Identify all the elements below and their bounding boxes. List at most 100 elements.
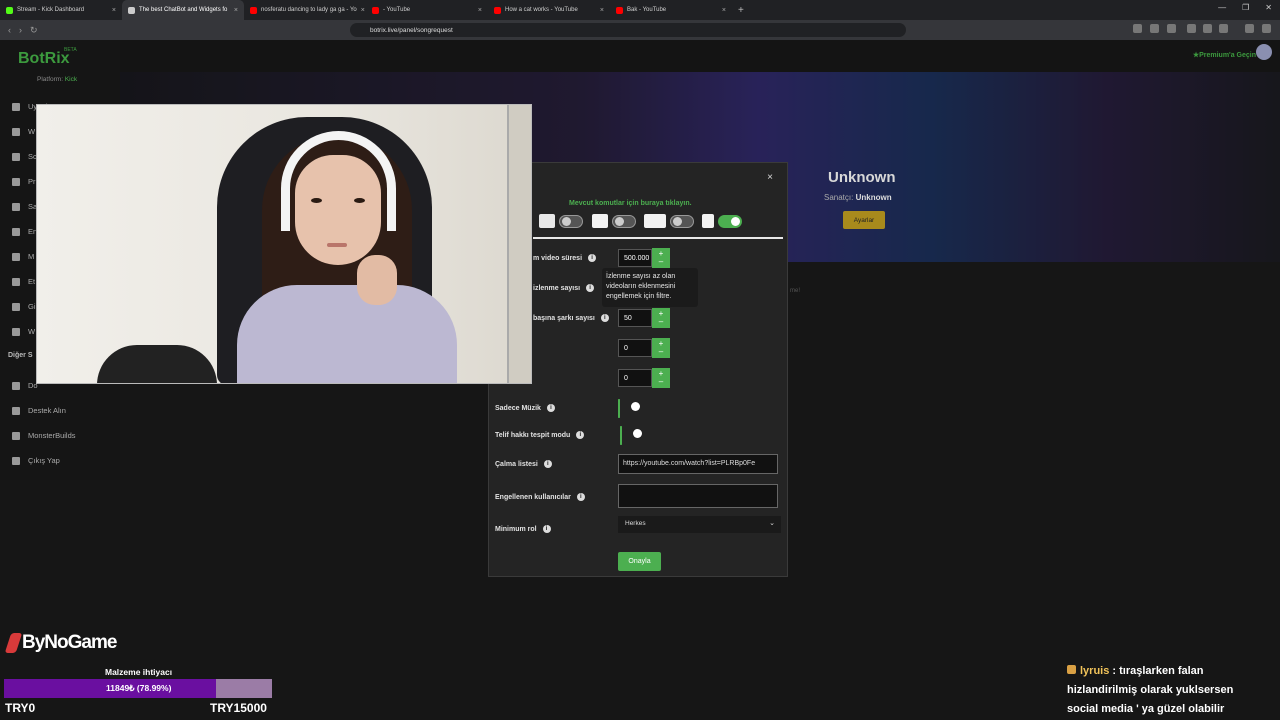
info-icon[interactable]: i [542,525,551,533]
per-user-input[interactable]: 50 [618,309,652,327]
tab-favicon-icon [494,6,501,14]
sidebar-item[interactable]: Et [12,277,35,286]
reload-icon[interactable]: ↻ [30,25,38,36]
info-icon[interactable]: i [588,254,597,262]
playlist-input[interactable]: https://youtube.com/watch?list=PLRBp0Fe [618,454,778,474]
sidebar-item[interactable]: Pr [12,177,36,186]
discord-toggle[interactable] [559,214,583,228]
close-window-icon[interactable]: ✕ [1265,3,1272,12]
per-user-stepper[interactable]: + – [652,308,670,328]
background-object [97,345,217,383]
avatar[interactable] [1256,44,1272,60]
tab-close-icon[interactable]: × [600,7,604,14]
blocked-users-label: Engellenen kullanıcılar i [495,493,585,501]
view-count-label: izlenme sayısı i [533,284,595,292]
beta-badge: BETA [64,47,77,53]
info-icon[interactable]: i [543,460,552,468]
sidebar-item[interactable]: Çıkış Yap [12,456,60,465]
top-bar: ★Premium'a Geçin [120,40,1280,72]
info-icon[interactable]: i [600,314,609,322]
tab-title: Bak - YouTube [627,7,667,13]
sidebar-item-icon [12,327,20,336]
max-video-input[interactable]: 500.000 [618,249,652,267]
premium-link[interactable]: ★Premium'a Geçin [1193,51,1256,59]
browser-tab[interactable]: The best ChatBot and Widgets fo × [122,0,244,20]
copyright-toggle[interactable] [620,426,622,445]
extension-icon[interactable] [1150,24,1159,33]
tab-title: How a cat works - YouTube [505,7,578,13]
close-icon[interactable]: × [767,172,773,183]
sidebar-item[interactable]: Destek Alın [12,406,66,415]
twitch-toggle[interactable] [612,214,636,228]
forward-icon[interactable]: › [19,25,22,35]
info-icon[interactable]: i [546,404,555,412]
sidebar-item-icon [12,102,20,111]
shield-icon[interactable] [1245,24,1254,33]
copyright-label-text: Telif hakkı tespit modu [495,431,571,439]
chat-username: lyruis [1080,665,1110,677]
commands-link[interactable]: Mevcut komutlar için buraya tıklayın. [569,200,692,207]
sidebar-item[interactable]: En [12,227,37,236]
extension-icon[interactable] [1187,24,1196,33]
song-artist: Sanatçı: Unknown [824,193,892,202]
settings-button[interactable]: Ayarlar [843,211,885,229]
field4-stepper[interactable]: + – [652,338,670,358]
minimize-icon[interactable]: — [1218,3,1226,12]
sidebar-icon[interactable] [1203,24,1212,33]
wallet-icon[interactable] [1219,24,1228,33]
botrix-logo[interactable]: BotRix [18,50,70,68]
browser-tab[interactable]: How a cat works - YouTube × [488,0,610,20]
kick-toggle[interactable] [718,214,742,228]
info-icon[interactable]: i [576,493,585,501]
info-icon[interactable]: i [576,431,585,439]
sidebar-item[interactable]: MonsterBuilds [12,431,76,440]
sidebar-item[interactable]: W [12,327,35,336]
tab-title: nosferatu dancing to lady ga ga - Yo [261,7,357,13]
new-tab-button[interactable]: + [738,5,744,16]
tab-close-icon[interactable]: × [722,7,726,14]
field5-stepper[interactable]: + – [652,368,670,388]
url-field[interactable]: botrix.live/panel/songrequest [350,23,906,37]
min-role-label-text: Minimum rol [495,525,537,533]
min-role-value: Herkes [625,520,646,527]
sidebar-item[interactable]: Sc [12,152,37,161]
menu-icon[interactable] [1262,24,1271,33]
song-request-settings-modal: × Mevcut komutlar için buraya tıklayın. … [488,162,788,577]
sidebar-item[interactable]: M [12,252,34,261]
sidebar-item[interactable]: Gi [12,302,36,311]
maximize-icon[interactable]: ❐ [1242,3,1249,12]
sidebar-item[interactable]: Sa [12,202,37,211]
max-video-stepper[interactable]: + – [652,248,670,268]
window-controls: — ❐ ✕ [1218,3,1272,12]
browser-tab[interactable]: - YouTube × [366,0,488,20]
url-text: botrix.live/panel/songrequest [370,26,453,34]
tab-close-icon[interactable]: × [234,7,238,14]
sidebar-item-icon [12,127,20,136]
tab-close-icon[interactable]: × [478,7,482,14]
sidebar-item[interactable]: W [12,127,35,136]
min-role-select[interactable]: Herkes ⌄ [618,516,781,533]
confirm-button[interactable]: Onayla [618,552,661,571]
goal-max: TRY15000 [210,701,267,715]
tab-favicon-icon [250,6,257,14]
tab-close-icon[interactable]: × [112,7,116,14]
extension-icon[interactable] [1133,24,1142,33]
sidebar-item-label: W [28,127,36,136]
field5-input[interactable]: 0 [618,369,652,387]
sidebar-item-icon [12,456,20,465]
info-icon[interactable]: i [586,284,595,292]
back-icon[interactable]: ‹ [8,25,11,35]
field4-input[interactable]: 0 [618,339,652,357]
tab-close-icon[interactable]: × [361,7,365,14]
goal-title: Malzeme ihtiyacı [105,667,173,677]
blocked-users-input[interactable] [618,484,778,508]
browser-tab[interactable]: Bak - YouTube × [610,0,732,20]
only-music-toggle[interactable] [618,399,620,418]
sidebar-item-label: Destek Alın [28,406,66,415]
browser-tab[interactable]: nosferatu dancing to lady ga ga - Yo × [244,0,366,20]
sidebar-item[interactable]: Do [12,381,38,390]
browser-tab[interactable]: Stream - Kick Dashboard × [0,0,122,20]
goal-progress-bar: 11849₺ (78.99%) [4,679,272,698]
youtube-toggle[interactable] [670,214,694,228]
extension-icon[interactable] [1167,24,1176,33]
